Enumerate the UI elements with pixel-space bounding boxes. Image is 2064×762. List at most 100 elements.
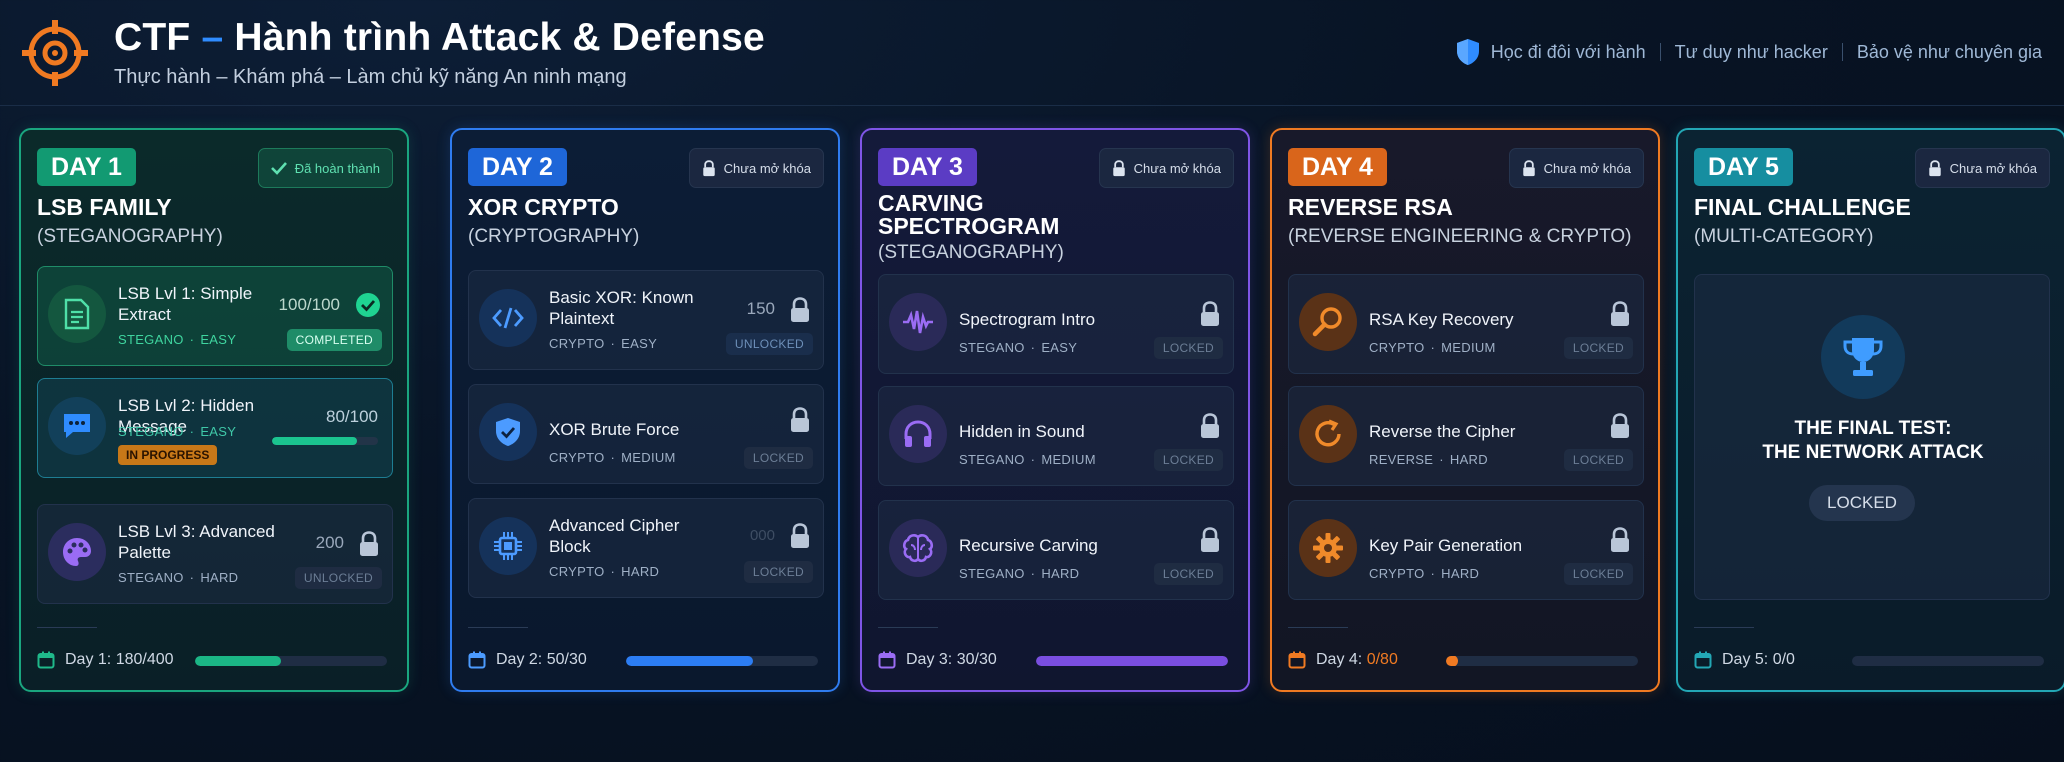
challenge-status: COMPLETED	[286, 329, 382, 351]
calendar-icon	[1694, 651, 1712, 669]
lock-icon	[791, 297, 809, 322]
rotate-icon	[1299, 405, 1357, 463]
page-header: CTF – Hành trình Attack & Defense Thực h…	[0, 0, 2064, 106]
challenge-card[interactable]: Hidden in Sound STEGANO · MEDIUM LOCKED	[878, 386, 1234, 486]
day-badge: DAY 2	[468, 148, 567, 186]
challenge-meta: STEGANO · HARD	[959, 566, 1080, 581]
gear-icon	[1299, 519, 1357, 577]
page-subtitle: Thực hành – Khám phá – Làm chủ kỹ năng A…	[114, 66, 627, 88]
challenge-name: Reverse the Cipher	[1369, 422, 1516, 441]
challenge-card[interactable]: Recursive Carving STEGANO · HARD LOCKED	[878, 500, 1234, 600]
challenge-card[interactable]: Reverse the Cipher REVERSE · HARD LOCKED	[1288, 386, 1644, 486]
challenge-status: UNLOCKED	[725, 333, 813, 355]
day-title: LSB FAMILY	[37, 194, 172, 220]
divider	[878, 627, 938, 628]
challenge-card[interactable]: Basic XOR: Known Plaintext CRYPTO · EASY 1…	[468, 270, 824, 370]
lock-icon	[1611, 527, 1629, 552]
day-progress-bar	[626, 656, 818, 666]
day-5-card[interactable]: DAY 5 Chưa mở khóa FINAL CHALLENGE (MULT…	[1676, 128, 2064, 692]
day-progress-footer: Day 1: 180/400	[37, 648, 393, 672]
day-badge: DAY 5	[1694, 148, 1793, 186]
tagline-2: Tư duy như hacker	[1674, 41, 1828, 62]
challenge-meta: STEGANO · MEDIUM	[959, 452, 1096, 467]
lock-icon	[1611, 301, 1629, 326]
challenge-status: LOCKED	[1563, 337, 1633, 359]
challenge-points: 200	[315, 533, 344, 552]
day-2-card[interactable]: DAY 2 Chưa mở khóa XOR CRYPTO (CRYPTOGRA…	[450, 128, 840, 692]
challenge-card[interactable]: XOR Brute Force CRYPTO · MEDIUM LOCKED	[468, 384, 824, 484]
challenge-status: LOCKED	[1153, 449, 1223, 471]
headphones-icon	[889, 405, 947, 463]
challenge-status: LOCKED	[1153, 337, 1223, 359]
day-category: (STEGANOGRAPHY)	[37, 226, 223, 247]
day-title: XOR CRYPTO	[468, 194, 619, 220]
day-progress-footer: Day 5: 0/0	[1694, 648, 2050, 672]
day-progress-footer: Day 3: 30/30	[878, 648, 1234, 672]
challenge-card[interactable]: Spectrogram Intro STEGANO · EASY LOCKED	[878, 274, 1234, 374]
challenge-status: UNLOCKED	[294, 567, 382, 589]
challenge-name: RSA Key Recovery	[1369, 310, 1514, 329]
day-title: FINAL CHALLENGE	[1694, 194, 1911, 220]
challenge-meta: REVERSE · HARD	[1369, 452, 1488, 467]
challenge-card[interactable]: Key Pair Generation CRYPTO · HARD LOCKED	[1288, 500, 1644, 600]
day-4-card[interactable]: DAY 4 Chưa mở khóa REVERSE RSA (REVERSE …	[1270, 128, 1660, 692]
day-progress-fill	[195, 656, 282, 666]
brain-icon	[889, 519, 947, 577]
status-locked-chip: Chưa mở khóa	[1914, 148, 2050, 188]
lock-icon	[1522, 159, 1535, 176]
status-locked-chip: Chưa mở khóa	[1098, 148, 1234, 188]
in-progress-badge: IN PROGRESS	[118, 445, 218, 465]
tagline-3: Bảo vệ như chuyên gia	[1856, 41, 2042, 62]
tagline-bar: Học đi đôi với hành Tư duy như hacker Bả…	[1455, 38, 2042, 66]
final-challenge-card[interactable]: THE FINAL TEST: THE NETWORK ATTACK LOCKED	[1694, 274, 2050, 600]
challenge-card[interactable]: RSA Key Recovery CRYPTO · MEDIUM LOCKED	[1288, 274, 1644, 374]
check-icon	[270, 162, 287, 175]
day-category: (CRYPTOGRAPHY)	[468, 226, 640, 247]
day-progress-label: Day 4: 0/80	[1316, 651, 1398, 668]
challenge-status: LOCKED	[743, 447, 813, 469]
final-locked-badge: LOCKED	[1809, 485, 1915, 521]
day-progress-bar	[1852, 656, 2044, 666]
challenge-name: LSB Lvl 1: Simple Extract	[118, 284, 253, 324]
challenge-name: XOR Brute Force	[549, 420, 680, 439]
day-1-card[interactable]: DAY 1 Đã hoàn thành LSB FAMILY (STEGANOG…	[19, 128, 409, 692]
challenge-meta: CRYPTO · EASY	[549, 336, 658, 351]
challenge-card[interactable]: LSB Lvl 2: Hidden Message STEGANO · EASY I…	[37, 378, 393, 478]
day-category: (STEGANOGRAPHY)	[878, 242, 1064, 263]
challenge-card[interactable]: LSB Lvl 1: Simple Extract STEGANO · EASY 1…	[37, 266, 393, 366]
shield-icon	[1456, 39, 1479, 65]
day-progress-fill	[626, 656, 753, 666]
challenge-status: LOCKED	[1563, 563, 1633, 585]
divider	[1659, 43, 1661, 61]
day-progress-footer: Day 4: 0/80	[1288, 648, 1644, 672]
day-3-card[interactable]: DAY 3 Chưa mở khóa CARVING SPECTROGRAM (…	[860, 128, 1250, 692]
chat-bubble-icon	[48, 397, 106, 455]
challenge-progress-bar	[272, 437, 378, 445]
challenge-meta: CRYPTO · HARD	[549, 564, 660, 579]
status-locked-chip: Chưa mở khóa	[1508, 148, 1644, 188]
lock-icon	[1928, 159, 1941, 176]
waveform-icon	[889, 293, 947, 351]
status-locked-chip: Chưa mở khóa	[688, 148, 824, 188]
shield-check-icon	[479, 403, 537, 461]
challenge-card[interactable]: Advanced Cipher Block CRYPTO · HARD 000 LO…	[468, 498, 824, 598]
page-title: CTF – Hành trình Attack & Defense	[114, 16, 765, 59]
challenge-status: LOCKED	[1153, 563, 1223, 585]
challenge-name: Advanced Cipher Block	[549, 516, 680, 556]
challenge-meta: STEGANO · HARD	[118, 570, 239, 585]
challenge-points: 000	[749, 527, 775, 544]
chip-icon	[479, 517, 537, 575]
challenge-card[interactable]: LSB Lvl 3: Advanced Palette STEGANO · HARD…	[37, 504, 393, 604]
day-progress-bar	[195, 656, 387, 666]
challenge-name: Basic XOR: Known Plaintext	[549, 288, 694, 328]
target-icon	[22, 20, 88, 86]
lock-icon	[702, 159, 715, 176]
day-category: (REVERSE ENGINEERING & CRYPTO)	[1288, 226, 1632, 247]
challenge-meta: CRYPTO · MEDIUM	[549, 450, 676, 465]
day-badge: DAY 1	[37, 148, 136, 186]
lock-icon	[791, 523, 809, 548]
day-progress-label: Day 2: 50/30	[496, 651, 587, 668]
challenge-name: Hidden in Sound	[959, 422, 1085, 441]
magnifier-icon	[1299, 293, 1357, 351]
document-icon	[48, 285, 106, 343]
